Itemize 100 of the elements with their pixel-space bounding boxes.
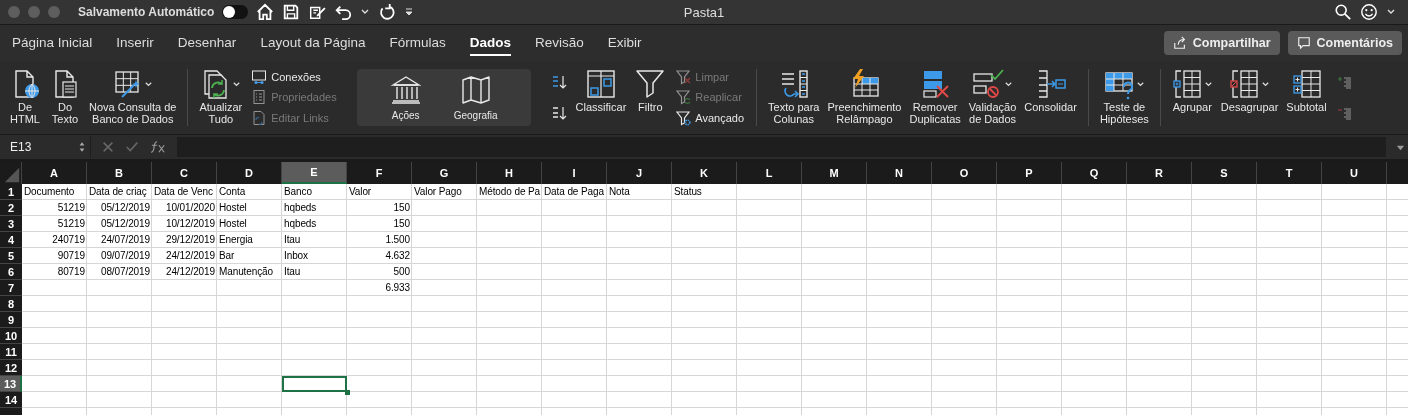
table-cell-text: Data de Paga [543, 185, 605, 199]
table-cell-text: Método de Pa [478, 185, 542, 199]
ribbon-button[interactable]: Nova Consulta de Banco de Dados [86, 63, 180, 132]
undo-icon[interactable] [334, 3, 353, 21]
share-icon [1172, 36, 1187, 50]
ribbon-button[interactable]: Ações [386, 73, 425, 122]
caret-icon [1135, 79, 1145, 89]
ribbon-tab[interactable]: Layout da Página [260, 30, 366, 56]
connections-icon [251, 69, 268, 86]
table-cell-text: Manutenção [218, 265, 275, 279]
table-cell-text: 80719 [56, 265, 86, 279]
table-cell-text: hqbeds [283, 217, 318, 231]
funnel-refresh-icon [675, 89, 692, 106]
column-header[interactable]: E [282, 162, 347, 184]
smiley-icon[interactable] [1360, 3, 1378, 21]
properties-icon [251, 89, 268, 106]
bank-icon [389, 74, 422, 106]
window-title: Pasta1 [683, 4, 725, 20]
table-cell-text: Inbox [283, 249, 309, 263]
table-cell-text: Banco [283, 185, 313, 199]
show-detail-icon [1335, 74, 1352, 91]
ribbon-button[interactable]: Remover Duplicatas [906, 63, 964, 132]
row-header[interactable]: 13 [0, 376, 22, 392]
caret-icon [232, 79, 242, 89]
home-icon[interactable] [256, 3, 275, 21]
data-validation-icon [972, 68, 1005, 100]
table-cell-text: 29/12/2019 [164, 233, 216, 247]
redo-icon[interactable] [378, 3, 397, 21]
fill-handle[interactable] [345, 390, 350, 395]
ribbon-button[interactable]: Preenchimento Relâmpago [824, 63, 905, 132]
table-cell-text: 150 [392, 201, 411, 215]
table-cell-text: Hostel [218, 217, 248, 231]
ribbon-tab[interactable]: Exibir [607, 30, 642, 56]
table-cell-text: 51219 [56, 217, 86, 231]
table-cell-text: 150 [392, 217, 411, 231]
table-cell-text: 24/07/2019 [99, 233, 151, 247]
ribbon-button[interactable]: Subtotal [1283, 63, 1330, 132]
table-cell-text: Conta [218, 185, 247, 199]
ribbon-tab[interactable]: Revisão [535, 30, 584, 56]
share-button[interactable]: Compartilhar [1163, 31, 1280, 55]
table-cell-text: Valor [348, 185, 373, 199]
ribbon-tab[interactable]: Fórmulas [389, 30, 446, 56]
table-cell-text: 4.632 [384, 249, 411, 263]
ribbon-tab[interactable]: Dados [469, 30, 511, 56]
caret-icon [1004, 79, 1014, 89]
save-icon[interactable] [282, 3, 301, 21]
ribbon-tab[interactable]: Desenhar [177, 30, 237, 56]
function-icon[interactable] [149, 140, 167, 154]
group-rows-icon [1171, 68, 1204, 100]
cancel-icon[interactable] [101, 140, 115, 154]
map-icon [459, 74, 492, 106]
confirm-icon[interactable] [125, 140, 139, 154]
funnel-gear-icon [675, 109, 692, 126]
customize-toolbar-icon[interactable] [404, 7, 415, 17]
table-cell-text: 10/12/2019 [164, 217, 216, 231]
autosave-label: Salvamento Automático [78, 5, 215, 19]
ribbon-button[interactable]: Consolidar [1021, 63, 1080, 132]
ribbon-button[interactable]: Geografia [450, 73, 501, 122]
ribbon-button[interactable]: Agrupar [1168, 63, 1216, 132]
table-cell-text: 90719 [56, 249, 86, 263]
ribbon-button[interactable]: Texto para Colunas [765, 63, 823, 132]
funnel-clear-icon [675, 69, 692, 86]
ribbon-button[interactable]: Atualizar Tudo [196, 63, 246, 132]
name-box[interactable]: E13 [0, 136, 91, 158]
table-cell-text: Documento [23, 185, 76, 199]
ribbon-tab[interactable]: Inserir [116, 30, 154, 56]
caret-icon [1203, 79, 1213, 89]
search-icon[interactable] [1334, 3, 1352, 21]
table-cell-text: 09/07/2019 [99, 249, 151, 263]
ribbon-button[interactable]: Desagrupar [1217, 63, 1282, 132]
table-cell-text: 6.933 [384, 281, 411, 295]
table-cell-text: hqbeds [283, 201, 318, 215]
autosave-toggle[interactable] [222, 5, 249, 19]
table-cell-text: 05/12/2019 [99, 201, 151, 215]
ribbon-button[interactable]: Classificar [572, 63, 630, 132]
subtotal-icon [1290, 68, 1323, 100]
table-cell-text: Data de Venc [153, 185, 214, 199]
table-cell-text: Nota [608, 185, 631, 199]
edit-links-icon [251, 109, 268, 126]
sort-ascending-icon [550, 74, 567, 91]
caret-icon [1261, 79, 1271, 89]
table-cell-text: Status [673, 185, 703, 199]
comments-button[interactable]: Comentários [1287, 31, 1402, 55]
ribbon-button[interactable]: De HTML [6, 63, 44, 132]
ribbon-button[interactable]: Filtro [631, 63, 670, 132]
table-cell-text: 10/01/2020 [164, 201, 216, 215]
ribbon-button[interactable]: Validação de Dados [965, 63, 1020, 132]
triangle-icon [3, 166, 21, 184]
table-cell-text: 05/12/2019 [99, 217, 151, 231]
table-cell-text: 24/12/2019 [164, 265, 216, 279]
ribbon-tab[interactable]: Página Inicial [12, 30, 93, 56]
table-cell-text: 08/07/2019 [99, 265, 151, 279]
table-cell-text: Itau [283, 265, 302, 279]
sort-table-icon [584, 68, 617, 100]
caret-icon [144, 79, 154, 89]
table-cell-text: Data de criaç [88, 185, 148, 199]
ribbon-small-button[interactable]: Conexões [249, 68, 339, 87]
ribbon-button[interactable]: Teste de Hipóteses [1096, 63, 1152, 132]
ribbon-button[interactable]: Do Texto [46, 63, 84, 132]
ribbon-small-button[interactable]: Avançado [673, 108, 747, 127]
